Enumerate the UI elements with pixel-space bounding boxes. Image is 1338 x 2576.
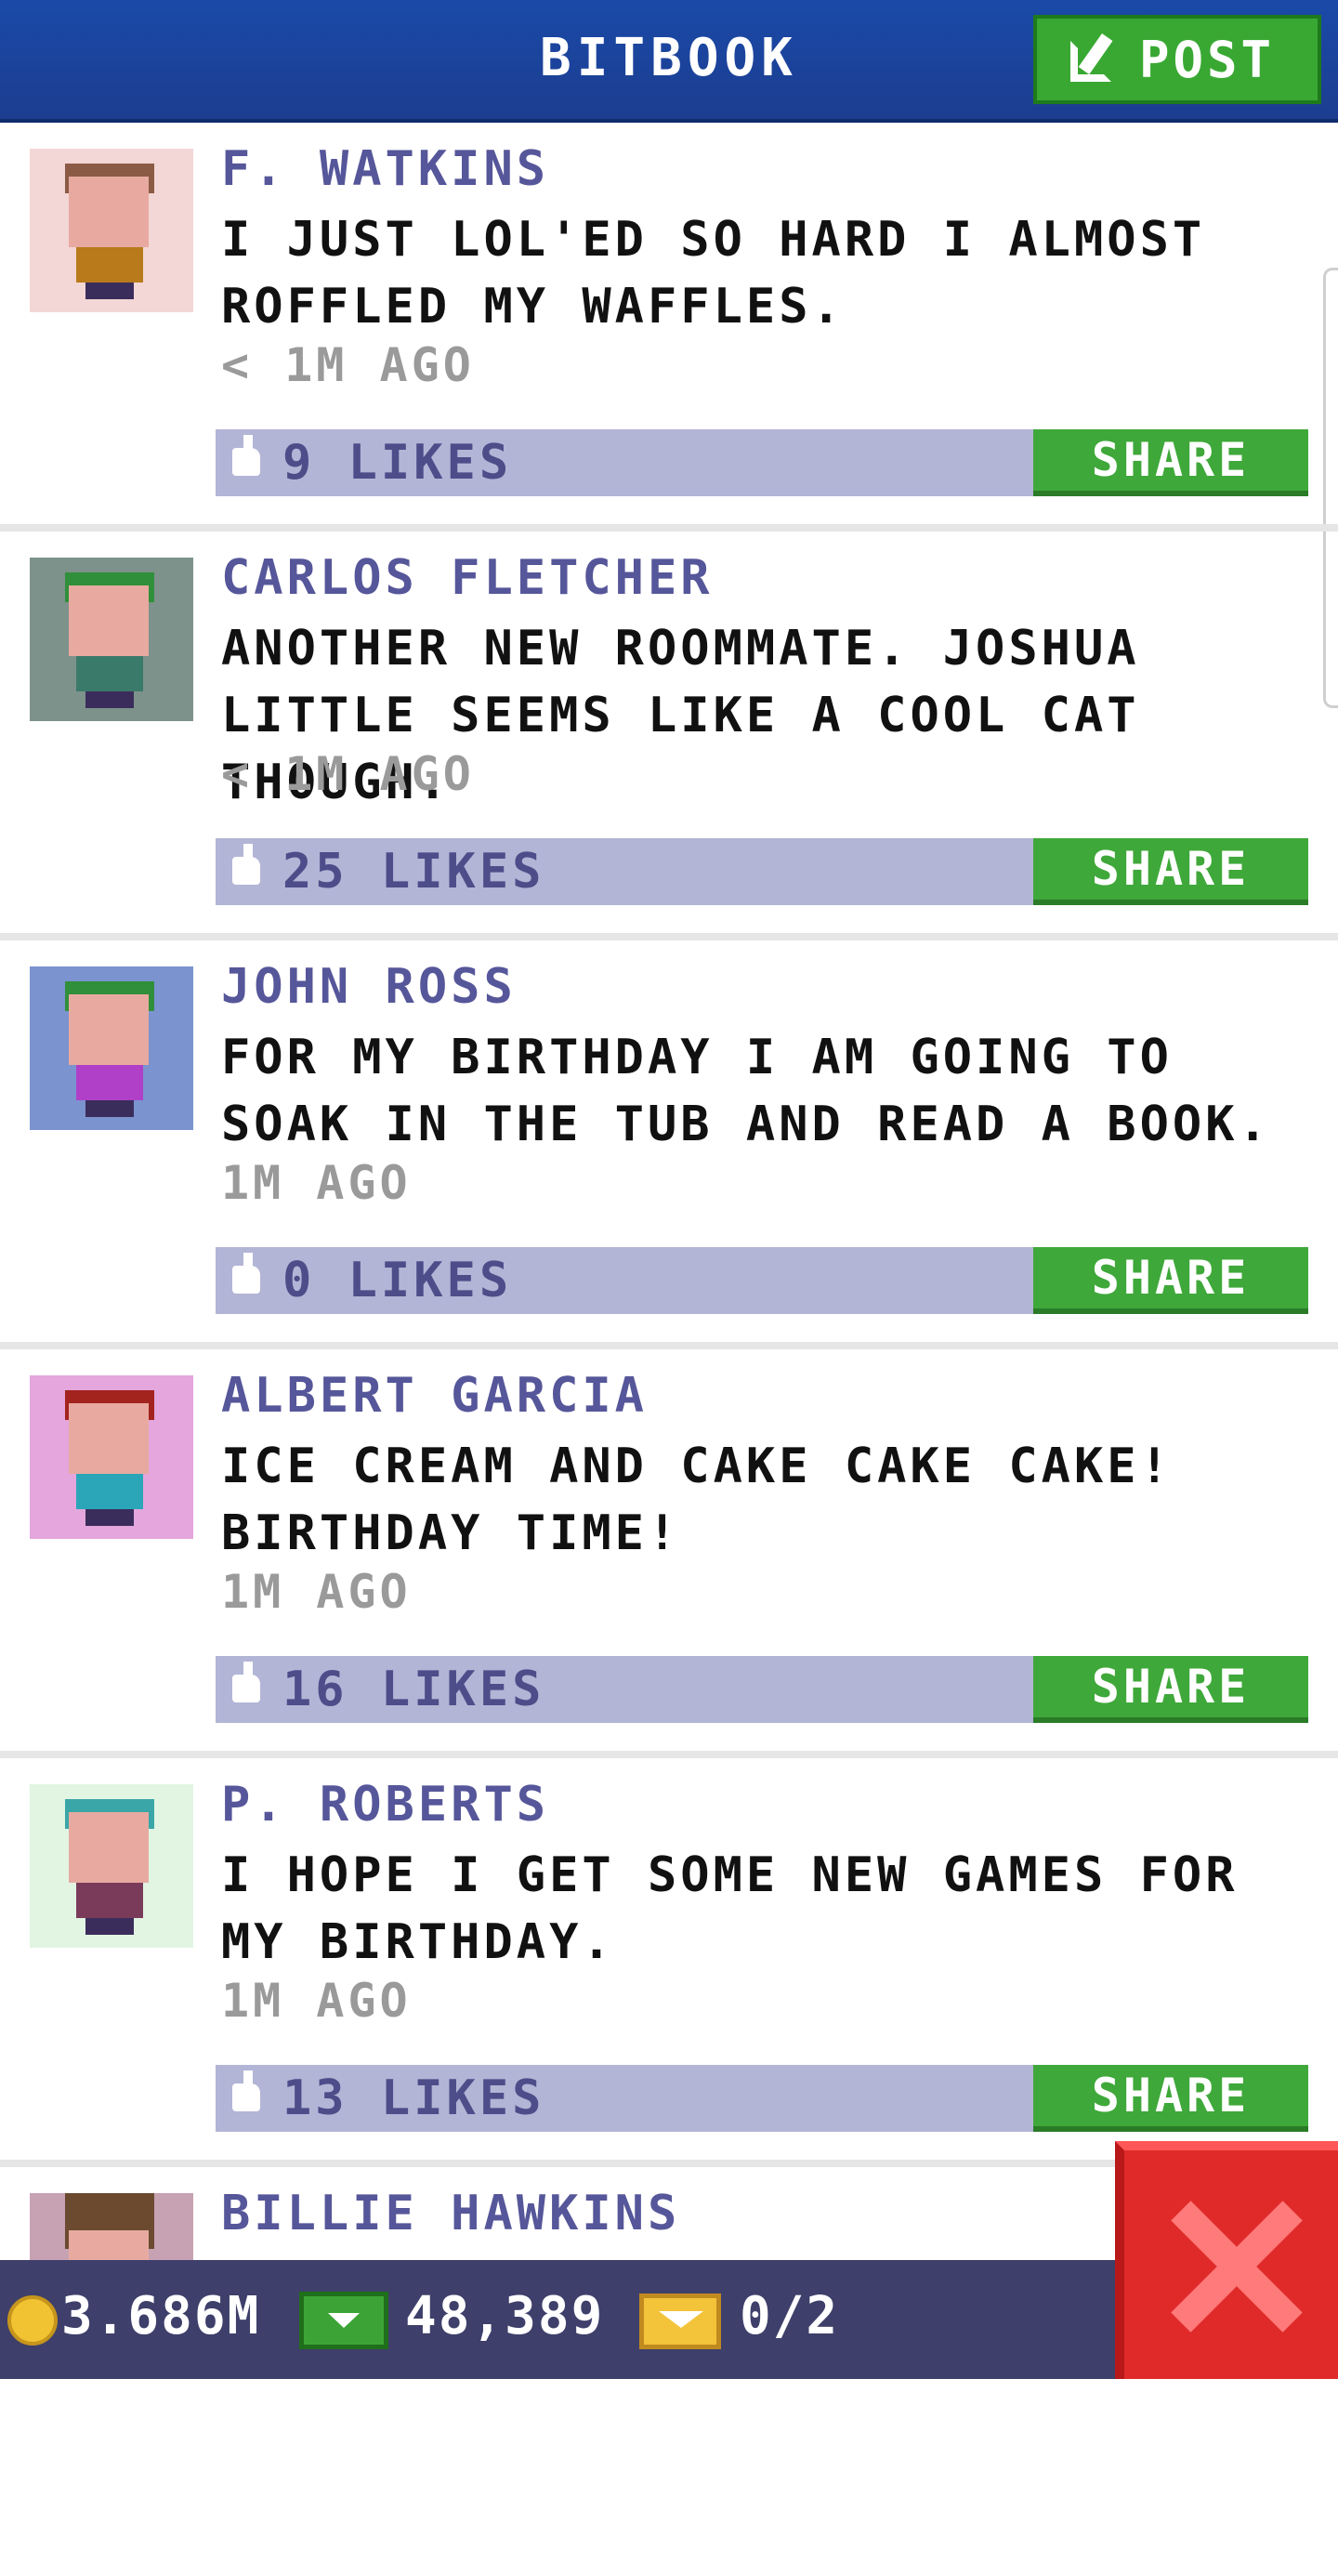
like-count: 0 LIKES bbox=[282, 1253, 513, 1308]
post-author[interactable]: F. WATKINS bbox=[221, 141, 549, 197]
thumbs-up-icon bbox=[232, 2070, 260, 2111]
like-count: 13 LIKES bbox=[282, 2070, 545, 2126]
avatar[interactable] bbox=[30, 1375, 193, 1539]
feed-post: F. WATKINS I JUST LOL'ED SO HARD I ALMOS… bbox=[0, 123, 1338, 532]
compose-icon bbox=[1070, 33, 1122, 85]
feed-post: CARLOS FLETCHER ANOTHER NEW ROOMMATE. JO… bbox=[0, 532, 1338, 940]
close-button[interactable] bbox=[1115, 2141, 1338, 2379]
feed-post: JOHN ROSS FOR MY BIRTHDAY I AM GOING TO … bbox=[0, 940, 1338, 1349]
like-count: 16 LIKES bbox=[282, 1662, 545, 1717]
avatar[interactable] bbox=[30, 558, 193, 721]
avatar[interactable] bbox=[30, 149, 193, 312]
post-text: I HOPE I GET SOME NEW GAMES FOR MY BIRTH… bbox=[221, 1847, 1239, 1970]
post-button-label: POST bbox=[1139, 30, 1276, 89]
thumbs-up-icon bbox=[232, 1662, 260, 1702]
share-button[interactable]: SHARE bbox=[1033, 1247, 1308, 1314]
share-button[interactable]: SHARE bbox=[1033, 429, 1308, 496]
post-author[interactable]: P. ROBERTS bbox=[221, 1777, 549, 1833]
thumbs-up-icon bbox=[232, 1253, 260, 1294]
cash-count: 48,389 bbox=[405, 2286, 605, 2346]
avatar[interactable] bbox=[30, 966, 193, 1130]
thumbs-up-icon bbox=[232, 435, 260, 476]
post-author[interactable]: JOHN ROSS bbox=[221, 959, 517, 1015]
post-time: < 1M AGO bbox=[221, 338, 475, 392]
feed-post: ALBERT GARCIA ICE CREAM AND CAKE CAKE CA… bbox=[0, 1349, 1338, 1758]
thumbs-up-icon bbox=[232, 844, 260, 885]
share-button[interactable]: SHARE bbox=[1033, 2065, 1308, 2132]
coin-icon bbox=[7, 2295, 58, 2346]
avatar[interactable] bbox=[30, 1784, 193, 1948]
post-time: < 1M AGO bbox=[221, 747, 475, 801]
feed-post: P. ROBERTS I HOPE I GET SOME NEW GAMES F… bbox=[0, 1758, 1338, 2167]
header-bar: BITBOOK POST bbox=[0, 0, 1338, 123]
post-text: ICE CREAM AND CAKE CAKE CAKE! BIRTHDAY T… bbox=[221, 1439, 1173, 1561]
post-button[interactable]: POST bbox=[1033, 15, 1321, 104]
post-time: 1M AGO bbox=[221, 1156, 412, 1210]
ticket-icon bbox=[639, 2293, 721, 2349]
post-time: 1M AGO bbox=[221, 1565, 412, 1619]
post-text: I JUST LOL'ED SO HARD I ALMOST ROFFLED M… bbox=[221, 212, 1206, 335]
like-count: 25 LIKES bbox=[282, 844, 545, 900]
post-author[interactable]: BILLIE HAWKINS bbox=[221, 2186, 680, 2241]
cash-icon bbox=[299, 2292, 388, 2349]
post-text: FOR MY BIRTHDAY I AM GOING TO SOAK IN TH… bbox=[221, 1030, 1271, 1152]
share-button[interactable]: SHARE bbox=[1033, 1656, 1308, 1723]
coin-count: 3.686M bbox=[61, 2286, 261, 2346]
like-count: 9 LIKES bbox=[282, 435, 513, 491]
share-button[interactable]: SHARE bbox=[1033, 838, 1308, 905]
post-author[interactable]: CARLOS FLETCHER bbox=[221, 550, 714, 606]
ticket-count: 0/2 bbox=[740, 2286, 840, 2346]
post-author[interactable]: ALBERT GARCIA bbox=[221, 1368, 648, 1424]
post-time: 1M AGO bbox=[221, 1974, 412, 2028]
